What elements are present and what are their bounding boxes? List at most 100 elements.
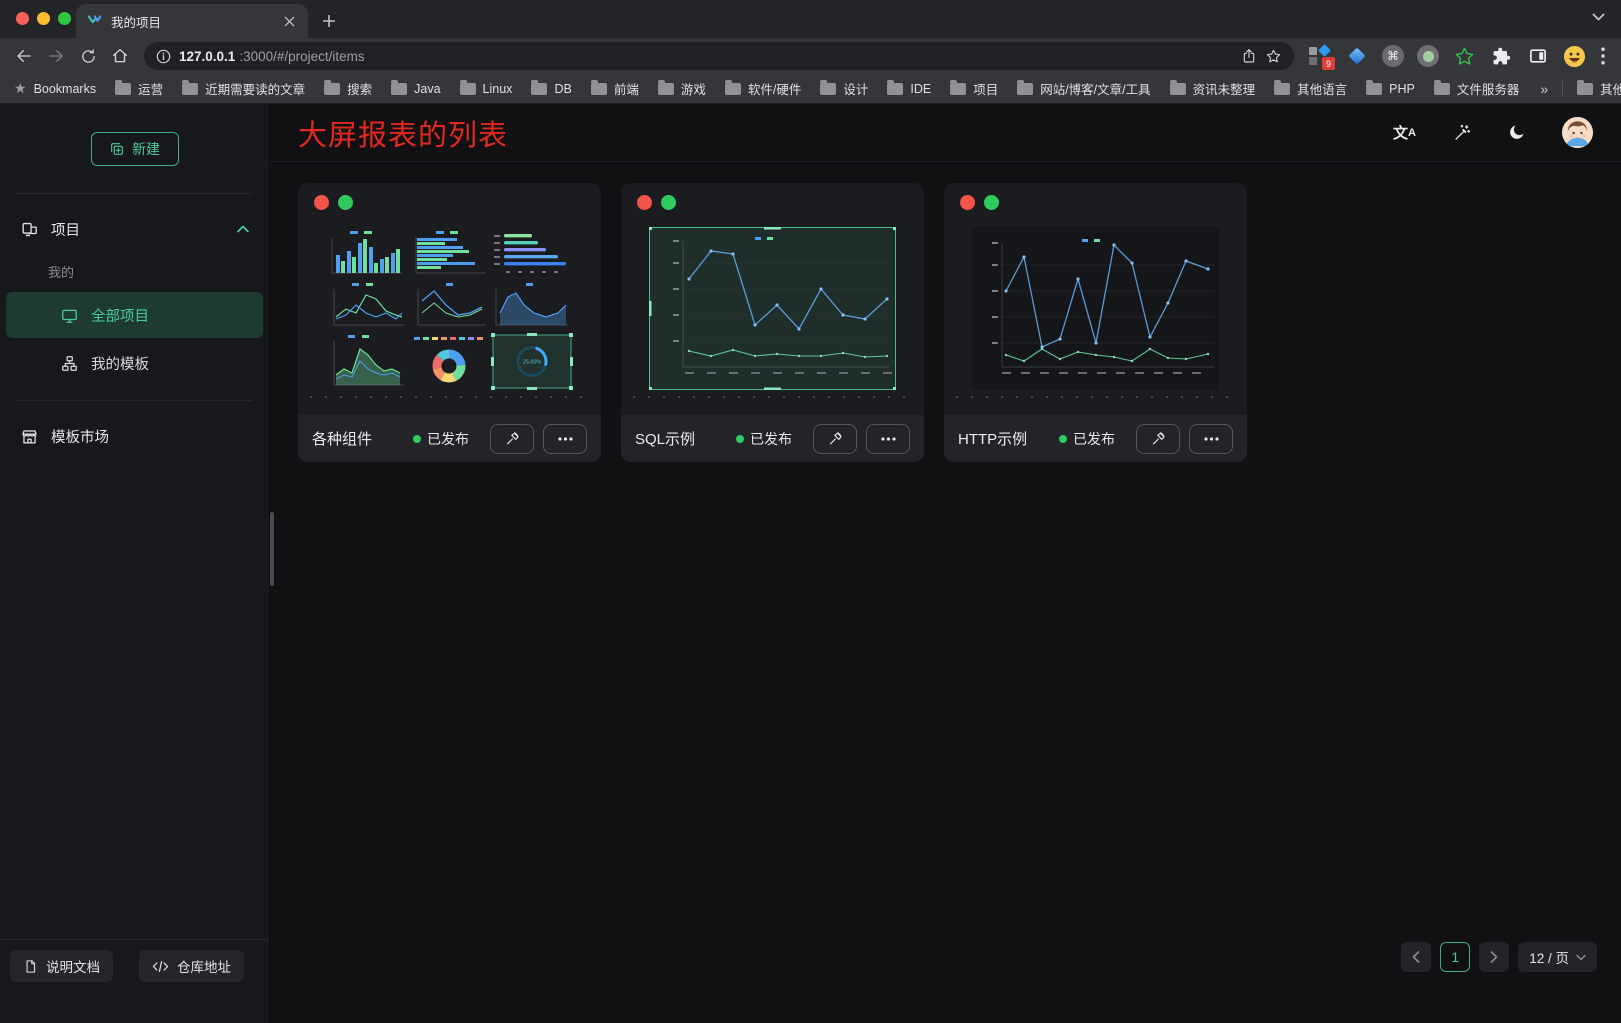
dotted-separator <box>633 396 912 398</box>
folder-icon <box>1366 83 1382 95</box>
project-name: SQL示例 <box>635 428 695 449</box>
side-panel-icon[interactable] <box>1526 44 1550 68</box>
zoom-window-button[interactable] <box>58 12 71 25</box>
bookmark-item[interactable]: PHP <box>1366 82 1415 96</box>
bookmark-item[interactable]: 文件服务器 <box>1434 79 1520 98</box>
more-button[interactable] <box>1189 424 1233 454</box>
project-thumbnail[interactable]: 25.00% <box>326 227 573 390</box>
tab-search-icon[interactable] <box>1592 13 1605 21</box>
window-controls <box>16 12 71 25</box>
bookmark-item[interactable]: IDE <box>887 82 931 96</box>
bookmark-item[interactable]: 资讯未整理 <box>1170 79 1256 98</box>
sidebar-item-template-market[interactable]: 模板市场 <box>0 413 269 459</box>
docs-button[interactable]: 说明文档 <box>10 950 113 982</box>
tab-title: 我的项目 <box>111 12 273 31</box>
edit-build-button[interactable] <box>813 424 857 454</box>
folder-icon <box>1434 83 1450 95</box>
monitor-icon <box>60 306 79 325</box>
bookmark-star-icon[interactable] <box>1265 48 1282 65</box>
folder-icon <box>182 83 198 95</box>
repository-button[interactable]: 仓库地址 <box>139 950 244 982</box>
chevron-down-icon <box>1576 954 1586 961</box>
edit-build-button[interactable] <box>490 424 534 454</box>
language-toggle-icon[interactable]: 文A <box>1393 122 1416 143</box>
extension-grid-icon[interactable]: 9 <box>1308 44 1332 68</box>
scrollbar-thumb[interactable] <box>270 512 274 586</box>
bookmark-item[interactable]: 网站/博客/文章/工具 <box>1017 79 1150 98</box>
bookmark-item[interactable]: 近期需要读的文章 <box>182 79 305 98</box>
bookmark-item[interactable]: Java <box>391 82 440 96</box>
bookmark-item[interactable]: 设计 <box>820 79 868 98</box>
project-card[interactable]: HTTP示例 已发布 <box>944 183 1247 462</box>
prev-page-button[interactable] <box>1401 942 1431 972</box>
browser-menu-icon[interactable] <box>1599 47 1607 65</box>
more-button[interactable] <box>543 424 587 454</box>
bookmark-item[interactable]: 软件/硬件 <box>725 79 801 98</box>
sidebar-item-my-templates[interactable]: 我的模板 <box>6 340 263 386</box>
extensions-puzzle-icon[interactable] <box>1489 44 1513 68</box>
card-footer: 各种组件 已发布 <box>298 415 601 462</box>
card-dots <box>621 183 924 210</box>
next-page-button[interactable] <box>1479 942 1509 972</box>
extension-record-icon[interactable] <box>1417 45 1439 67</box>
bookmarks-overflow-icon[interactable]: » <box>1540 81 1548 97</box>
forward-button[interactable] <box>42 42 70 70</box>
dark-mode-moon-icon[interactable] <box>1507 123 1526 142</box>
minimize-window-button[interactable] <box>37 12 50 25</box>
hammer-icon <box>827 430 844 447</box>
new-tab-button[interactable] <box>316 8 342 34</box>
project-card[interactable]: 25.00% 各种组件 已发布 <box>298 183 601 462</box>
new-project-button[interactable]: 新建 <box>91 132 179 166</box>
extension-cmd-icon[interactable]: ⌘ <box>1382 45 1404 67</box>
extension-star-icon[interactable] <box>1452 44 1476 68</box>
project-thumbnail[interactable] <box>972 227 1219 390</box>
bookmark-item[interactable]: 搜索 <box>324 79 372 98</box>
user-avatar[interactable] <box>1562 117 1593 148</box>
status-dot-icon <box>413 435 421 443</box>
hammer-icon <box>504 430 521 447</box>
back-button[interactable] <box>10 42 38 70</box>
bookmark-item[interactable]: 项目 <box>950 79 998 98</box>
other-bookmarks[interactable]: 其他书签 <box>1577 79 1621 98</box>
share-icon[interactable] <box>1241 48 1257 64</box>
current-page-button[interactable]: 1 <box>1440 942 1470 972</box>
reload-button[interactable] <box>74 42 102 70</box>
project-thumbnail[interactable] <box>649 227 896 390</box>
status-dot-icon <box>1059 435 1067 443</box>
page-size-select[interactable]: 12 / 页 <box>1518 942 1597 972</box>
sidebar-divider <box>16 193 253 194</box>
chevron-up-icon[interactable] <box>237 225 249 233</box>
bookmark-item[interactable]: ★Bookmarks <box>14 80 96 97</box>
chevron-left-icon <box>1412 951 1420 963</box>
extension-gem-icon[interactable] <box>1345 44 1369 68</box>
bookmark-item[interactable]: DB <box>531 82 571 96</box>
hammer-icon <box>1150 430 1167 447</box>
red-dot-icon <box>637 195 652 210</box>
sidebar-item-all-projects[interactable]: 全部项目 <box>6 292 263 338</box>
project-card[interactable]: SQL示例 已发布 <box>621 183 924 462</box>
bookmark-item[interactable]: 其他语言 <box>1274 79 1347 98</box>
sidebar-section-label: 我的 <box>0 252 269 290</box>
folder-icon <box>950 83 966 95</box>
tab-close-icon[interactable] <box>281 13 298 30</box>
bookmark-item[interactable]: Linux <box>460 82 513 96</box>
folder-icon <box>887 83 903 95</box>
close-window-button[interactable] <box>16 12 29 25</box>
folder-icon <box>1170 83 1186 95</box>
magic-wand-icon[interactable] <box>1452 123 1471 142</box>
profile-avatar-icon[interactable] <box>1563 45 1586 68</box>
bookmark-item[interactable]: 游戏 <box>658 79 706 98</box>
screens-icon <box>20 220 39 239</box>
bookmark-item[interactable]: 前端 <box>591 79 639 98</box>
edit-build-button[interactable] <box>1136 424 1180 454</box>
sidebar-footer: 说明文档 仓库地址 <box>0 939 269 1023</box>
status-dot-icon <box>736 435 744 443</box>
address-bar[interactable]: 127.0.0.1:3000/#/project/items <box>144 42 1294 70</box>
bookmarks-bar: ★Bookmarks 运营 近期需要读的文章 搜索 Java Linux DB … <box>0 74 1621 104</box>
sidebar-group-projects[interactable]: 项目 <box>0 206 269 252</box>
page-info-icon[interactable] <box>156 49 171 64</box>
bookmark-item[interactable]: 运营 <box>115 79 163 98</box>
browser-tab[interactable]: 我的项目 <box>76 4 308 38</box>
home-button[interactable] <box>106 42 134 70</box>
more-button[interactable] <box>866 424 910 454</box>
